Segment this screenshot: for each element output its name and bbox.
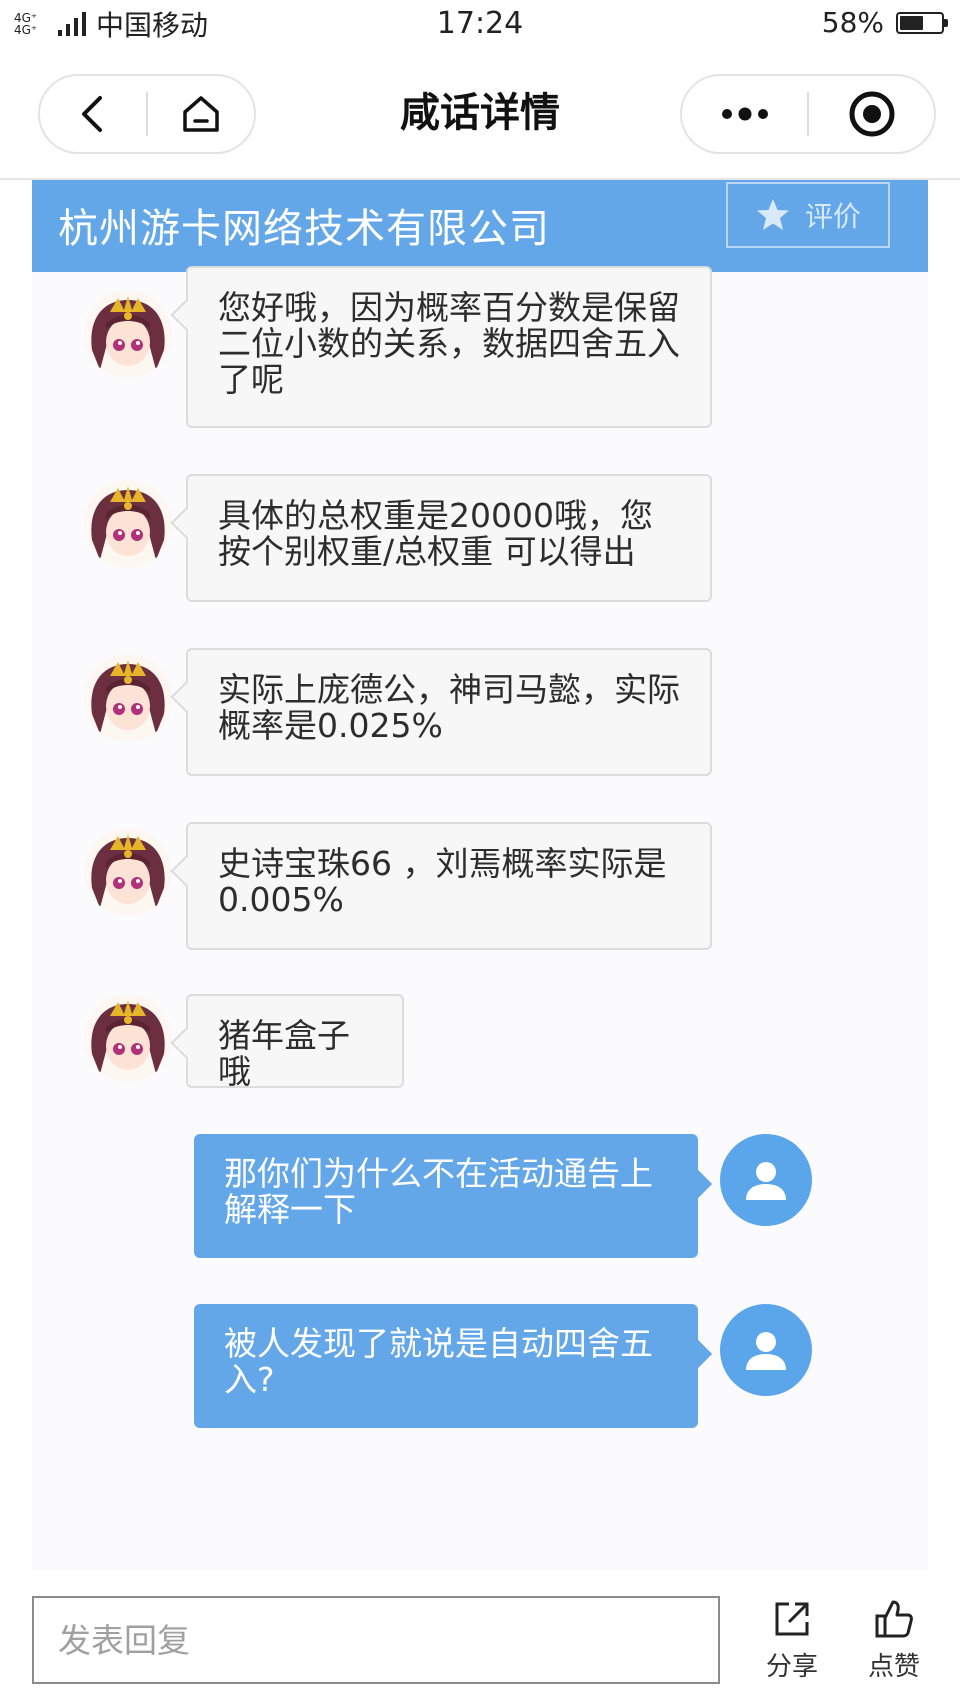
more-button[interactable] bbox=[682, 76, 807, 152]
message-text: 那你们为什么不在活动通告上解释一下 bbox=[224, 1154, 653, 1229]
message-text: 史诗宝珠66 ，刘焉概率实际是0.005% bbox=[218, 844, 667, 919]
message-bubble: 那你们为什么不在活动通告上解释一下 bbox=[194, 1134, 698, 1258]
more-dots-icon bbox=[721, 107, 768, 121]
message-bubble: 具体的总权重是20000哦，您按个别权重/总权重 可以得出 bbox=[186, 474, 712, 602]
chat-message-user: 被人发现了就说是自动四舍五入? bbox=[32, 1304, 928, 1428]
rate-button[interactable]: 评价 bbox=[726, 182, 890, 248]
chat-message-agent: 猪年盒子哦 bbox=[32, 994, 928, 1090]
company-header: 杭州游卡网络技术有限公司 评价 bbox=[32, 180, 928, 272]
agent-avatar bbox=[84, 828, 172, 916]
reply-input[interactable] bbox=[32, 1596, 720, 1684]
message-text: 实际上庞德公，神司马懿，实际概率是0.025% bbox=[218, 670, 680, 745]
chat-message-agent: 您好哦，因为概率百分数是保留二位小数的关系，数据四舍五入了呢 bbox=[32, 266, 928, 432]
chat-message-agent: 史诗宝珠66 ，刘焉概率实际是0.005% bbox=[32, 820, 928, 950]
agent-avatar-image bbox=[84, 994, 172, 1082]
bottom-bar: 分享 点赞 bbox=[0, 1570, 960, 1707]
clock: 17:24 bbox=[436, 6, 524, 41]
user-icon bbox=[746, 1332, 786, 1370]
share-button[interactable]: 分享 bbox=[752, 1598, 832, 1683]
agent-avatar-image bbox=[84, 828, 172, 916]
agent-avatar-image bbox=[84, 480, 172, 568]
like-button[interactable]: 点赞 bbox=[854, 1598, 934, 1683]
battery-icon bbox=[896, 11, 948, 34]
agent-avatar bbox=[84, 480, 172, 568]
message-text: 被人发现了就说是自动四舍五入? bbox=[224, 1324, 653, 1399]
rate-label: 评价 bbox=[804, 200, 861, 233]
message-text: 猪年盒子哦 bbox=[218, 1016, 350, 1091]
agent-avatar bbox=[84, 290, 172, 378]
user-icon bbox=[746, 1162, 786, 1200]
agent-avatar-image bbox=[84, 654, 172, 742]
chat-message-agent: 具体的总权重是20000哦，您按个别权重/总权重 可以得出 bbox=[32, 472, 928, 602]
target-circle-icon bbox=[849, 91, 894, 137]
agent-avatar bbox=[84, 654, 172, 742]
share-icon bbox=[775, 1602, 809, 1636]
message-bubble: 实际上庞德公，神司马懿，实际概率是0.025% bbox=[186, 648, 712, 776]
battery-percent: 58% bbox=[821, 6, 884, 39]
message-bubble: 史诗宝珠66 ，刘焉概率实际是0.005% bbox=[186, 822, 712, 950]
message-text: 具体的总权重是20000哦，您按个别权重/总权重 可以得出 bbox=[218, 496, 653, 571]
chat-message-user: 那你们为什么不在活动通告上解释一下 bbox=[32, 1134, 928, 1258]
thumbs-up-icon bbox=[875, 1600, 913, 1638]
user-avatar bbox=[720, 1134, 812, 1226]
share-label: 分享 bbox=[765, 1652, 818, 1682]
nav-right-capsule bbox=[680, 74, 936, 154]
message-bubble: 您好哦，因为概率百分数是保留二位小数的关系，数据四舍五入了呢 bbox=[186, 266, 712, 428]
message-text: 您好哦，因为概率百分数是保留二位小数的关系，数据四舍五入了呢 bbox=[218, 288, 680, 399]
close-miniprogram-button[interactable] bbox=[809, 76, 934, 152]
company-name: 杭州游卡网络技术有限公司 bbox=[58, 206, 550, 252]
like-label: 点赞 bbox=[867, 1652, 920, 1682]
chat-area[interactable]: 您好哦，因为概率百分数是保留二位小数的关系，数据四舍五入了呢 具体的总权重是20… bbox=[32, 266, 928, 1570]
status-bar: 4G⁺ 4G⁺ 中国移动 17:24 58% bbox=[0, 0, 960, 52]
message-bubble: 猪年盒子哦 bbox=[186, 994, 404, 1091]
agent-avatar-image bbox=[84, 290, 172, 378]
nav-bar: 咸话详情 bbox=[0, 60, 960, 180]
chat-message-agent: 实际上庞德公，神司马懿，实际概率是0.025% bbox=[32, 646, 928, 776]
user-avatar bbox=[720, 1304, 812, 1396]
message-bubble: 被人发现了就说是自动四舍五入? bbox=[194, 1304, 698, 1428]
agent-avatar bbox=[84, 994, 172, 1082]
battery-level bbox=[900, 15, 923, 30]
star-icon bbox=[756, 199, 789, 230]
